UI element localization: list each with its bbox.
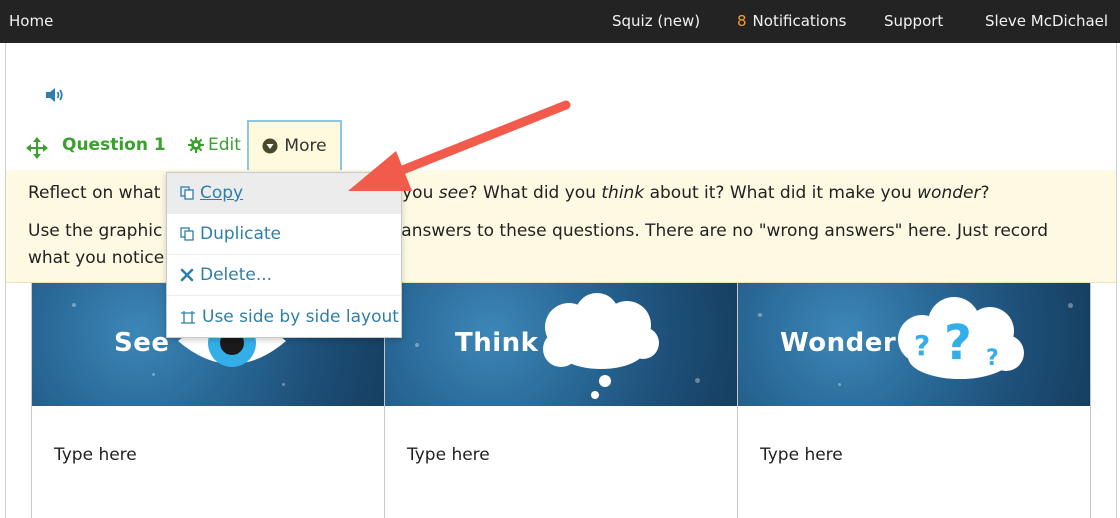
nav-home-link[interactable]: Home — [9, 12, 53, 30]
wonder-banner-image: Wonder ? ? ? — [738, 283, 1090, 406]
column-think: Think Type here — [385, 283, 738, 518]
top-nav-bar: Home Squiz (new) 8 Notifications Support … — [0, 0, 1120, 43]
notifications-label: Notifications — [752, 12, 847, 30]
nav-site-link[interactable]: Squiz (new) — [612, 12, 700, 30]
wonder-answer-input[interactable]: Type here — [760, 445, 843, 465]
nav-notifications-link[interactable]: 8 Notifications — [737, 12, 846, 30]
menu-item-label: Duplicate — [200, 224, 281, 244]
nav-support-link[interactable]: Support — [884, 12, 943, 30]
menu-item-label: Delete... — [200, 265, 273, 285]
side-by-side-icon — [181, 310, 195, 324]
menu-item-side-by-side[interactable]: Use side by side layout — [167, 296, 401, 337]
chevron-down-circle-icon — [262, 138, 278, 154]
svg-text:?: ? — [944, 315, 972, 371]
column-wonder: Wonder ? ? ? Type here — [738, 283, 1091, 518]
gear-icon — [188, 137, 204, 153]
menu-item-delete[interactable]: Delete... — [167, 255, 401, 296]
copy-icon — [180, 186, 194, 200]
question-title: Question 1 — [62, 135, 166, 155]
see-heading: See — [114, 328, 170, 358]
annotation-arrow — [348, 100, 571, 191]
edit-button[interactable]: Edit — [188, 135, 241, 155]
close-icon — [180, 268, 194, 282]
see-answer-input[interactable]: Type here — [54, 445, 137, 465]
think-banner-image: Think — [385, 283, 737, 406]
question-cloud-icon: ? ? ? — [898, 297, 1024, 379]
notifications-count-badge: 8 — [737, 12, 747, 30]
speaker-icon[interactable] — [44, 86, 66, 104]
wonder-heading: Wonder — [780, 328, 897, 358]
instruction-line-3: what you notice — [28, 248, 165, 268]
edit-label: Edit — [208, 135, 241, 155]
move-icon[interactable] — [26, 137, 48, 159]
think-heading: Think — [455, 328, 539, 358]
svg-text:?: ? — [986, 346, 999, 371]
thought-bubble-icon — [543, 293, 659, 399]
duplicate-icon — [180, 227, 194, 241]
think-answer-input[interactable]: Type here — [407, 445, 490, 465]
more-label: More — [284, 136, 327, 156]
menu-item-label: Copy — [200, 183, 244, 203]
menu-item-label: Use side by side layout — [202, 306, 399, 327]
nav-user-menu[interactable]: Sleve McDichael — [985, 12, 1108, 30]
more-button[interactable]: More — [247, 120, 342, 172]
svg-text:?: ? — [914, 329, 930, 362]
menu-item-duplicate[interactable]: Duplicate — [167, 214, 401, 255]
